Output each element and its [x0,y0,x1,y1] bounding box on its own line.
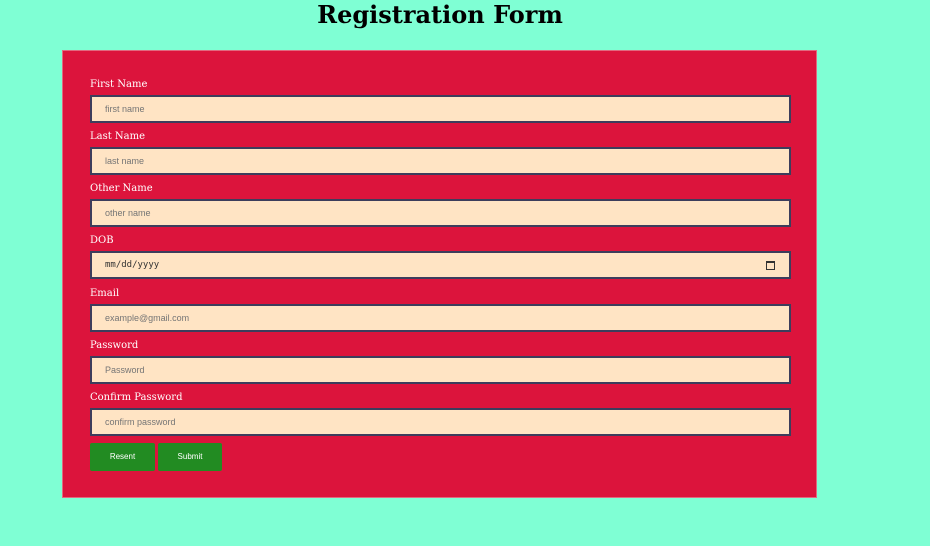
email-placeholder: example@gmail.com [105,313,190,323]
confirm-password-placeholder: confirm password [105,417,176,427]
email-input[interactable]: example@gmail.com [90,304,791,332]
dob-group: DOB mm/dd/yyyy [90,233,791,279]
password-input[interactable]: Password [90,356,791,384]
reset-button[interactable]: Resent [90,443,155,471]
last-name-input[interactable]: last name [90,147,791,175]
last-name-group: Last Name last name [90,129,791,175]
first-name-label: First Name [90,79,148,90]
first-name-input[interactable]: first name [90,95,791,123]
page-title: Registration Form [317,0,563,29]
dob-value: mm/dd/yyyy [105,260,160,270]
password-placeholder: Password [105,365,145,375]
other-name-label: Other Name [90,183,153,194]
password-group: Password Password [90,338,791,384]
submit-button[interactable]: Submit [158,443,222,471]
dob-label: DOB [90,235,114,246]
confirm-password-input[interactable]: confirm password [90,408,791,436]
email-group: Email example@gmail.com [90,286,791,332]
first-name-group: First Name first name [90,77,791,123]
email-label: Email [90,288,120,299]
first-name-placeholder: first name [105,104,145,114]
other-name-placeholder: other name [105,208,151,218]
password-label: Password [90,340,139,351]
confirm-password-label: Confirm Password [90,392,183,403]
dob-input[interactable]: mm/dd/yyyy [90,251,791,279]
last-name-label: Last Name [90,131,146,142]
last-name-placeholder: last name [105,156,145,166]
registration-form: First Name first name Last Name last nam… [62,50,817,498]
other-name-input[interactable]: other name [90,199,791,227]
confirm-password-group: Confirm Password confirm password [90,390,791,436]
calendar-icon[interactable] [766,261,775,270]
other-name-group: Other Name other name [90,181,791,227]
